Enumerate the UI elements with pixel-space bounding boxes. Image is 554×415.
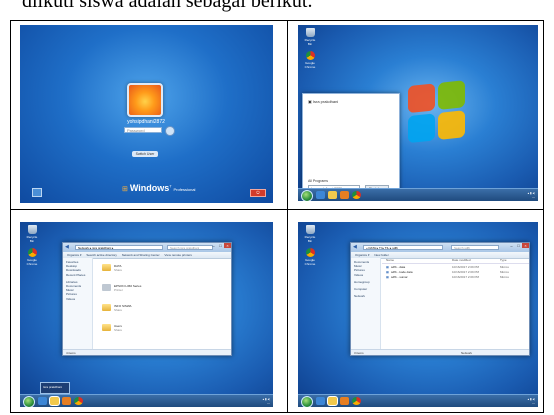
windows-flag-logo xyxy=(408,80,468,146)
windows-logo-text: Windows xyxy=(129,183,170,193)
navigation-pane: Documents Music Pictures Videos Homegrou… xyxy=(351,258,381,349)
recycle-bin-icon[interactable]: Recycle Bin xyxy=(25,225,39,243)
status-bar: 4 items xyxy=(63,349,231,355)
folder-icon[interactable] xyxy=(328,191,337,199)
status-item-count: 3 items xyxy=(354,351,364,355)
taskbar: ▴ ▮ ◂) — xyxy=(298,394,538,407)
ie-icon[interactable] xyxy=(38,397,47,405)
toolbar-remote-printers[interactable]: View remote printers xyxy=(164,253,191,257)
close-button[interactable]: × xyxy=(224,243,231,248)
chrome-taskbar-icon[interactable] xyxy=(74,397,83,405)
back-button[interactable]: ◀ xyxy=(65,244,69,250)
search-input[interactable]: Search sdfb xyxy=(451,245,499,250)
taskbar-thumbnail-popup[interactable]: Isra prakdhani xyxy=(40,382,70,394)
title-bar: ◀ « DATA ▸ TI ▸ TIL ▸ sdfb Search sdfb –… xyxy=(351,243,529,252)
windows-logo: ⊞ Windows7 Professional xyxy=(122,183,196,193)
system-clock[interactable]: ▴ ▮ ◂) — xyxy=(528,191,535,199)
file-explorer-panel: Recycle Bin Google Chrome ◀ « DATA ▸ TI … xyxy=(298,222,538,407)
switch-user-button[interactable]: Switch User xyxy=(132,151,158,157)
nav-item-videos[interactable]: Videos xyxy=(66,297,92,301)
address-bar[interactable]: « DATA ▸ TI ▸ TIL ▸ sdfb xyxy=(363,245,443,250)
start-menu-item[interactable]: ▣ Isra prakdhani xyxy=(308,99,338,104)
minimize-button[interactable]: – xyxy=(210,243,217,248)
column-header: Name Date modified Type xyxy=(382,258,529,264)
media-player-icon[interactable] xyxy=(340,397,349,405)
shutdown-button[interactable]: ⏻ xyxy=(250,189,266,197)
ie-icon[interactable] xyxy=(316,397,325,405)
user-avatar[interactable] xyxy=(127,83,163,117)
chrome-taskbar-icon[interactable] xyxy=(352,397,361,405)
start-button[interactable] xyxy=(23,396,35,407)
system-clock[interactable]: ▴ ▮ ◂) — xyxy=(528,397,535,405)
chrome-taskbar-icon[interactable] xyxy=(352,191,361,199)
navigation-pane: Favorites Desktop Downloads Recent Place… xyxy=(63,258,93,349)
media-player-icon[interactable] xyxy=(340,191,349,199)
all-programs-link[interactable]: All Programs xyxy=(308,179,328,183)
maximize-button[interactable]: □ xyxy=(515,243,522,248)
password-field[interactable]: Password xyxy=(124,127,162,133)
chrome-icon[interactable]: Google Chrome xyxy=(303,51,317,69)
content-pane: Name Date modified Type ▦ sdfb - data 10… xyxy=(382,258,529,349)
content-pane: DATA Share EPSON L360 Series Printer INFO … xyxy=(94,258,231,349)
back-button[interactable]: ◀ xyxy=(353,244,357,250)
chrome-icon[interactable]: Google Chrome xyxy=(303,248,317,266)
file-row[interactable]: ▦ sdfb - sumar 10/16/2017 2:09 PM Micros xyxy=(382,275,529,279)
nav-item-network[interactable]: Network xyxy=(354,294,380,298)
toolbar-organize[interactable]: Organize ▾ xyxy=(355,253,370,257)
media-player-icon[interactable] xyxy=(62,397,71,405)
explorer-window: ◀ Network ▸ isra prakdhani ▸ Search isra… xyxy=(62,242,232,356)
explorer-window: ◀ « DATA ▸ TI ▸ TIL ▸ sdfb Search sdfb –… xyxy=(350,242,530,356)
folder-icon[interactable] xyxy=(328,397,337,405)
status-network: Network xyxy=(461,351,473,355)
start-menu: ▣ Isra prakdhani All Programs Isra prakd… xyxy=(302,93,400,195)
chrome-icon[interactable]: Google Chrome xyxy=(25,248,39,266)
network-explorer-panel: Recycle Bin Google Chrome ◀ Network ▸ is… xyxy=(20,222,273,407)
taskbar: ▴ ▮ ◂) — xyxy=(298,188,538,201)
ie-icon[interactable] xyxy=(316,191,325,199)
grid-divider-vertical xyxy=(287,21,288,412)
start-button[interactable] xyxy=(301,190,313,201)
caption-text: diikuti siswa adalah sebagai berikut. xyxy=(22,0,313,12)
taskbar: ▴ ▮ ◂) — xyxy=(20,394,273,407)
status-bar: 3 items Network xyxy=(351,349,529,355)
folder-icon[interactable] xyxy=(50,397,59,405)
minimize-button[interactable]: – xyxy=(508,243,515,248)
ease-of-access-icon[interactable] xyxy=(32,188,42,197)
column-name[interactable]: Name xyxy=(386,258,394,263)
title-bar: ◀ Network ▸ isra prakdhani ▸ Search isra… xyxy=(63,243,231,252)
windows-edition: Professional xyxy=(173,187,196,192)
search-input[interactable]: Search isra prakdhani xyxy=(167,245,213,250)
toolbar-network-center[interactable]: Network and Sharing Center xyxy=(122,253,160,257)
system-clock[interactable]: ▴ ▮ ◂) — xyxy=(263,397,270,405)
close-button[interactable]: × xyxy=(522,243,529,248)
grid-divider-horizontal xyxy=(11,209,543,210)
start-button[interactable] xyxy=(301,396,313,407)
recycle-bin-icon[interactable]: Recycle Bin xyxy=(303,225,317,243)
login-arrow-button[interactable] xyxy=(165,126,175,136)
maximize-button[interactable]: □ xyxy=(217,243,224,248)
screenshot-grid: yohsipdhani2872 Password Switch User ⊞ W… xyxy=(10,20,544,413)
start-menu-panel: Recycle Bin Google Chrome ▣ Isra prakdha… xyxy=(298,25,538,201)
file-row[interactable]: ▦ sdfb - data 10/16/2017 2:09 PM Micros xyxy=(382,265,529,269)
file-row[interactable]: ▦ sdfb - kode data 10/16/2017 2:09 PM Mi… xyxy=(382,270,529,274)
column-date[interactable]: Date modified xyxy=(452,258,471,263)
toolbar-new-folder[interactable]: New folder xyxy=(374,253,388,257)
toolbar-search-ad[interactable]: Search active directory xyxy=(86,253,117,257)
column-type[interactable]: Type xyxy=(500,258,507,263)
login-screen-panel: yohsipdhani2872 Password Switch User ⊞ W… xyxy=(20,25,273,203)
address-bar[interactable]: Network ▸ isra prakdhani ▸ xyxy=(75,245,163,250)
recycle-bin-icon[interactable]: Recycle Bin xyxy=(303,28,317,46)
user-name: yohsipdhani2872 xyxy=(127,119,165,125)
toolbar-organize[interactable]: Organize ▾ xyxy=(67,253,82,257)
